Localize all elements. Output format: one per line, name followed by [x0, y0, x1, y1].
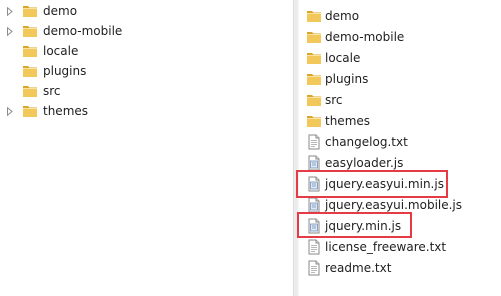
folder-icon [22, 103, 38, 119]
file-name: jquery.min.js [325, 219, 402, 233]
list-item-demo-mobile[interactable]: demo-mobile [299, 27, 501, 47]
file-name: license_freeware.txt [325, 240, 447, 254]
folder-icon [306, 8, 322, 24]
text-file-icon [306, 260, 322, 276]
explorer-window: demo demo-mobile locale plugins src them… [0, 0, 501, 296]
file-name: plugins [325, 72, 369, 86]
tree-item-label: themes [43, 104, 89, 118]
list-item-jquery-min[interactable]: jquery.min.js [299, 216, 501, 236]
folder-icon [22, 43, 38, 59]
tree-item-themes[interactable]: themes [0, 101, 293, 121]
list-item-themes[interactable]: themes [299, 111, 501, 131]
tree-item-demo[interactable]: demo [0, 1, 293, 21]
list-item-demo[interactable]: demo [299, 6, 501, 26]
list-item-jquery-easyui-min[interactable]: jquery.easyui.min.js [299, 174, 501, 194]
folder-icon [22, 63, 38, 79]
folder-icon [22, 23, 38, 39]
list-item-license-freeware[interactable]: license_freeware.txt [299, 237, 501, 257]
folder-icon [22, 83, 38, 99]
script-file-icon [306, 197, 322, 213]
list-item-locale[interactable]: locale [299, 48, 501, 68]
folder-icon [306, 29, 322, 45]
expand-arrow-icon[interactable] [5, 26, 15, 36]
expand-arrow-icon[interactable] [5, 106, 15, 116]
file-name: jquery.easyui.min.js [325, 177, 444, 191]
file-name: locale [325, 51, 361, 65]
text-file-icon [306, 134, 322, 150]
folder-icon [22, 3, 38, 19]
folder-icon [306, 92, 322, 108]
file-name: readme.txt [325, 261, 392, 275]
text-file-icon [306, 239, 322, 255]
file-name: demo-mobile [325, 30, 405, 44]
script-file-icon [306, 155, 322, 171]
list-item-jquery-easyui-mobile[interactable]: jquery.easyui.mobile.js [299, 195, 501, 215]
tree-item-src[interactable]: src [0, 81, 293, 101]
file-name: jquery.easyui.mobile.js [325, 198, 463, 212]
list-item-changelog[interactable]: changelog.txt [299, 132, 501, 152]
list-item-readme[interactable]: readme.txt [299, 258, 501, 278]
list-item-src[interactable]: src [299, 90, 501, 110]
script-file-icon [306, 218, 322, 234]
folder-icon [306, 71, 322, 87]
tree-item-demo-mobile[interactable]: demo-mobile [0, 21, 293, 41]
tree-item-plugins[interactable]: plugins [0, 61, 293, 81]
script-file-icon [306, 176, 322, 192]
navigation-tree: demo demo-mobile locale plugins src them… [0, 0, 293, 296]
tree-item-label: plugins [43, 64, 87, 78]
file-name: src [325, 93, 343, 107]
file-name: demo [325, 9, 360, 23]
tree-item-label: demo [43, 4, 78, 18]
folder-icon [306, 113, 322, 129]
expand-arrow-icon[interactable] [5, 6, 15, 16]
folder-icon [306, 50, 322, 66]
list-item-easyloader[interactable]: easyloader.js [299, 153, 501, 173]
file-name: changelog.txt [325, 135, 408, 149]
tree-item-label: demo-mobile [43, 24, 123, 38]
tree-item-locale[interactable]: locale [0, 41, 293, 61]
tree-item-label: locale [43, 44, 79, 58]
file-list: demo demo-mobile locale plugins src them… [296, 0, 501, 296]
file-name: themes [325, 114, 371, 128]
tree-item-label: src [43, 84, 61, 98]
file-name: easyloader.js [325, 156, 404, 170]
list-item-plugins[interactable]: plugins [299, 69, 501, 89]
